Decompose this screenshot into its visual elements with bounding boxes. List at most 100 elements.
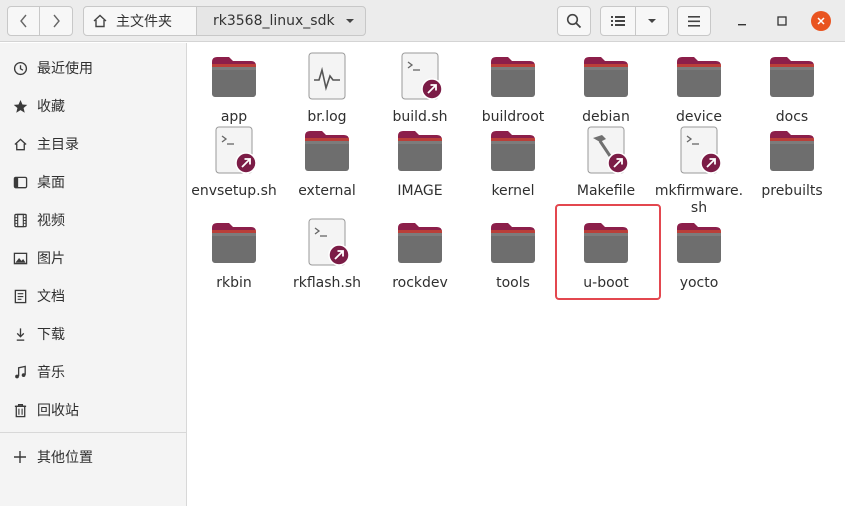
sidebar-separator xyxy=(0,432,186,433)
sidebar-item-recent[interactable]: 最近使用 xyxy=(0,53,186,83)
current-folder-label: rk3568_linux_sdk xyxy=(213,13,335,29)
view-options-button[interactable] xyxy=(635,6,669,36)
sidebar: 最近使用 收藏 主目录 桌面 视频 图片 文档 下载 音乐 回收站 其他位置 xyxy=(0,43,187,506)
back-button[interactable] xyxy=(7,6,40,36)
file-item-label: envsetup.sh xyxy=(191,183,277,199)
path-home-label: 主文件夹 xyxy=(116,14,172,30)
sidebar-item-trash[interactable]: 回收站 xyxy=(0,395,186,425)
film-icon xyxy=(13,213,27,227)
chevron-down-icon[interactable] xyxy=(345,16,355,26)
sidebar-item-label: 最近使用 xyxy=(37,61,93,77)
file-item[interactable]: debian xyxy=(560,52,650,130)
sidebar-item-pictures[interactable]: 图片 xyxy=(0,243,186,273)
file-item[interactable]: IMAGE xyxy=(374,126,464,204)
file-item[interactable]: build.sh xyxy=(374,52,464,130)
folder-icon xyxy=(210,52,258,100)
folder-icon xyxy=(675,52,723,100)
shell-script-link-icon xyxy=(210,126,258,174)
chevron-left-icon xyxy=(19,14,27,28)
file-item[interactable]: tools xyxy=(467,218,557,296)
menu-button[interactable] xyxy=(677,6,711,36)
file-item[interactable]: kernel xyxy=(467,126,557,204)
sidebar-item-label: 回收站 xyxy=(37,403,79,419)
file-item-label: yocto xyxy=(679,275,719,291)
forward-button[interactable] xyxy=(39,6,73,36)
file-item-label: IMAGE xyxy=(397,183,443,199)
file-item[interactable]: device xyxy=(653,52,743,130)
file-item-label: debian xyxy=(582,109,630,125)
desktop-icon xyxy=(13,176,27,188)
sidebar-item-music[interactable]: 音乐 xyxy=(0,357,186,387)
image-icon xyxy=(13,252,27,264)
file-item[interactable]: rkflash.sh xyxy=(281,218,371,296)
file-item-label: kernel xyxy=(491,183,535,199)
file-item[interactable]: app xyxy=(188,52,278,130)
file-item[interactable]: external xyxy=(281,126,371,204)
clock-icon xyxy=(13,61,27,75)
sidebar-item-home[interactable]: 主目录 xyxy=(0,129,186,159)
download-icon xyxy=(16,327,24,341)
sidebar-item-label: 收藏 xyxy=(37,99,65,115)
header-bar: 主文件夹 rk3568_linux_sdk xyxy=(0,0,845,42)
chevron-down-icon xyxy=(648,19,656,23)
plus-icon xyxy=(14,451,26,463)
sidebar-item-label: 其他位置 xyxy=(37,450,93,466)
folder-icon xyxy=(303,126,351,174)
folder-icon xyxy=(768,52,816,100)
file-item-label: build.sh xyxy=(392,109,448,125)
list-view-button[interactable] xyxy=(600,6,636,36)
highlight-box xyxy=(555,204,661,300)
file-item-label: buildroot xyxy=(481,109,545,125)
search-button[interactable] xyxy=(557,6,591,36)
folder-icon xyxy=(396,218,444,266)
log-file-icon xyxy=(303,52,351,100)
file-item[interactable]: yocto xyxy=(653,218,743,296)
file-item[interactable]: br.log xyxy=(281,52,371,130)
maximize-icon xyxy=(777,16,787,26)
file-item-label: tools xyxy=(496,275,530,291)
shell-script-link-icon xyxy=(396,52,444,100)
file-item-label: rkflash.sh xyxy=(292,275,362,291)
file-item-label: app xyxy=(220,109,248,125)
file-item-label: rockdev xyxy=(392,275,448,291)
file-item[interactable]: prebuilts xyxy=(746,126,836,204)
trash-icon xyxy=(14,403,26,417)
folder-icon xyxy=(582,52,630,100)
minimize-button[interactable] xyxy=(732,11,752,31)
sidebar-item-desktop[interactable]: 桌面 xyxy=(0,167,186,197)
shell-script-link-icon xyxy=(675,126,723,174)
file-item[interactable]: rkbin xyxy=(188,218,278,296)
path-current-folder[interactable]: rk3568_linux_sdk xyxy=(196,6,366,36)
folder-icon xyxy=(489,52,537,100)
file-item-label: br.log xyxy=(307,109,347,125)
file-item[interactable]: buildroot xyxy=(467,52,557,130)
file-item[interactable]: docs xyxy=(746,52,836,130)
sidebar-item-label: 文档 xyxy=(37,289,65,305)
file-item[interactable]: envsetup.sh xyxy=(188,126,278,204)
sidebar-item-other-locations[interactable]: 其他位置 xyxy=(0,442,186,472)
sidebar-item-downloads[interactable]: 下载 xyxy=(0,319,186,349)
file-item[interactable]: rockdev xyxy=(374,218,464,296)
sidebar-item-starred[interactable]: 收藏 xyxy=(0,91,186,121)
sidebar-item-label: 图片 xyxy=(37,251,65,267)
close-button[interactable] xyxy=(811,11,831,31)
file-item-label: docs xyxy=(775,109,809,125)
folder-icon xyxy=(489,218,537,266)
file-grid: app br.log build.sh buildroot debian device do… xyxy=(188,43,845,506)
folder-icon xyxy=(675,218,723,266)
sidebar-item-label: 视频 xyxy=(37,213,65,229)
sidebar-item-label: 主目录 xyxy=(37,137,79,153)
path-home-button[interactable]: 主文件夹 xyxy=(83,6,197,36)
file-item[interactable]: Makefile xyxy=(560,126,650,204)
maximize-button[interactable] xyxy=(772,11,792,31)
home-icon xyxy=(93,14,107,28)
folder-icon xyxy=(210,218,258,266)
sidebar-item-documents[interactable]: 文档 xyxy=(0,281,186,311)
file-item[interactable]: mkfirmware.sh xyxy=(653,126,743,216)
sidebar-item-videos[interactable]: 视频 xyxy=(0,205,186,235)
sidebar-item-label: 桌面 xyxy=(37,175,65,191)
file-item-label: mkfirmware.sh xyxy=(654,183,744,216)
file-item-label: device xyxy=(676,109,722,125)
search-icon xyxy=(566,13,582,29)
sidebar-item-label: 下载 xyxy=(37,327,65,343)
